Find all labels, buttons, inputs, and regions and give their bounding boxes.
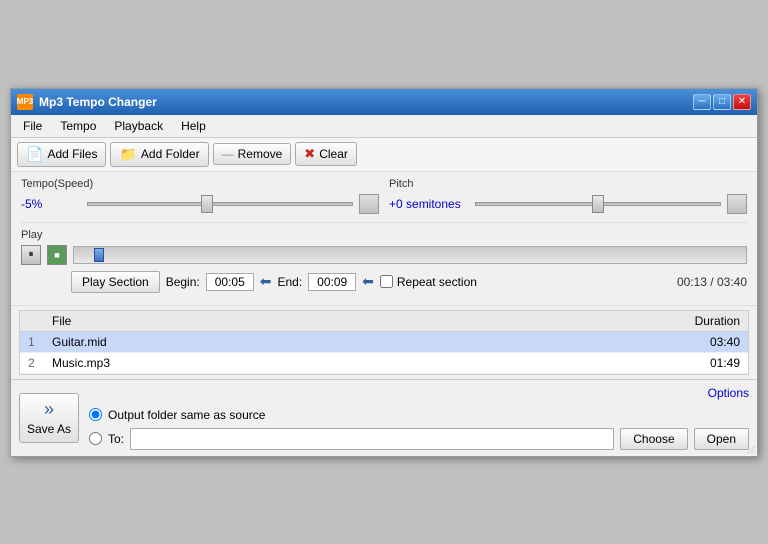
pitch-slider-row: +0 semitones — [389, 194, 747, 214]
pitch-label: Pitch — [389, 178, 747, 190]
remove-label: Remove — [238, 147, 283, 161]
play-label: Play — [21, 229, 747, 241]
controls-area: Tempo(Speed) -5% Pitch +0 semitones Play — [11, 172, 757, 306]
output-same-label: Output folder same as source — [108, 408, 265, 422]
output-to-radio[interactable] — [89, 432, 102, 445]
remove-button[interactable]: — Remove — [213, 143, 292, 165]
repeat-section-checkbox-label[interactable]: Repeat section — [380, 275, 477, 289]
choose-button[interactable]: Choose — [620, 428, 687, 450]
stop-button[interactable]: ■ — [47, 245, 67, 265]
save-as-button[interactable]: » Save As — [19, 393, 79, 443]
time-display: 00:13 / 03:40 — [677, 275, 747, 289]
progress-track[interactable] — [73, 246, 747, 264]
play-section-button[interactable]: Play Section — [71, 271, 160, 293]
tempo-box — [359, 194, 379, 214]
begin-time-input[interactable] — [206, 273, 254, 291]
output-to-label: To: — [108, 432, 124, 446]
file-list-area: File Duration 1 Guitar.mid 03:40 2 Music… — [19, 310, 749, 375]
add-files-button[interactable]: 📄 Add Files — [17, 142, 106, 167]
file-table: File Duration 1 Guitar.mid 03:40 2 Music… — [20, 311, 748, 374]
sliders-row: Tempo(Speed) -5% Pitch +0 semitones — [21, 178, 747, 214]
menu-playback[interactable]: Playback — [106, 117, 171, 135]
maximize-button[interactable]: □ — [713, 94, 731, 110]
table-row[interactable]: 2 Music.mp3 01:49 — [20, 352, 748, 373]
main-window: MP3 Mp3 Tempo Changer ─ □ ✕ File Tempo P… — [10, 88, 758, 457]
add-folder-icon: 📁 — [119, 146, 136, 163]
tempo-group: Tempo(Speed) -5% — [21, 178, 379, 214]
repeat-section-checkbox[interactable] — [380, 275, 393, 288]
output-same-row: Output folder same as source — [89, 408, 749, 422]
end-time-input[interactable] — [308, 273, 356, 291]
pitch-slider[interactable] — [475, 202, 721, 206]
row-file: Guitar.mid — [44, 331, 668, 352]
resize-grip-icon — [743, 442, 755, 454]
output-same-radio[interactable] — [89, 408, 102, 421]
save-as-icon: » — [44, 399, 54, 420]
table-header-row: File Duration — [20, 311, 748, 332]
tempo-slider[interactable] — [87, 202, 353, 206]
begin-label: Begin: — [166, 275, 200, 289]
app-icon: MP3 — [17, 94, 33, 110]
play-controls-row: ⏸ ■ — [21, 245, 747, 265]
end-label: End: — [277, 275, 302, 289]
section-controls-row: Play Section Begin: ⬅ End: ⬅ Repeat sect… — [21, 271, 747, 293]
add-files-label: Add Files — [47, 147, 97, 161]
titlebar-controls: ─ □ ✕ — [693, 94, 751, 110]
table-row[interactable]: 1 Guitar.mid 03:40 — [20, 331, 748, 352]
repeat-section-label: Repeat section — [397, 275, 477, 289]
pause-button[interactable]: ⏸ — [21, 245, 41, 265]
row-num: 2 — [20, 352, 44, 373]
pitch-box — [727, 194, 747, 214]
toolbar: 📄 Add Files 📁 Add Folder — Remove ✖ Clea… — [11, 138, 757, 172]
menu-file[interactable]: File — [15, 117, 50, 135]
pitch-value: +0 semitones — [389, 197, 469, 211]
remove-icon: — — [222, 147, 234, 161]
row-file: Music.mp3 — [44, 352, 668, 373]
save-as-label: Save As — [27, 422, 71, 436]
row-num: 1 — [20, 331, 44, 352]
tempo-slider-row: -5% — [21, 194, 379, 214]
begin-arrow-icon[interactable]: ⬅ — [260, 273, 272, 290]
row-duration: 01:49 — [668, 352, 748, 373]
add-files-icon: 📄 — [26, 146, 43, 163]
col-duration: Duration — [668, 311, 748, 332]
menubar: File Tempo Playback Help — [11, 115, 757, 138]
to-input[interactable] — [130, 428, 614, 450]
bottom-bar: » Save As Options Output folder same as … — [11, 379, 757, 456]
clear-label: Clear — [319, 147, 348, 161]
end-arrow-icon[interactable]: ⬅ — [362, 273, 374, 290]
open-button[interactable]: Open — [694, 428, 749, 450]
options-link[interactable]: Options — [708, 386, 749, 400]
menu-help[interactable]: Help — [173, 117, 214, 135]
output-to-row: To: Choose Open — [89, 428, 749, 450]
progress-thumb — [94, 248, 104, 262]
output-options: Options Output folder same as source To:… — [89, 386, 749, 450]
titlebar-left: MP3 Mp3 Tempo Changer — [17, 94, 157, 110]
col-file: File — [44, 311, 668, 332]
tempo-label: Tempo(Speed) — [21, 178, 379, 190]
play-section: Play ⏸ ■ Play Section Begin: ⬅ End: ⬅ Re… — [21, 222, 747, 299]
clear-icon: ✖ — [304, 146, 315, 162]
minimize-button[interactable]: ─ — [693, 94, 711, 110]
window-title: Mp3 Tempo Changer — [39, 95, 157, 109]
add-folder-button[interactable]: 📁 Add Folder — [110, 142, 208, 167]
titlebar: MP3 Mp3 Tempo Changer ─ □ ✕ — [11, 89, 757, 115]
row-duration: 03:40 — [668, 331, 748, 352]
menu-tempo[interactable]: Tempo — [52, 117, 104, 135]
pitch-group: Pitch +0 semitones — [389, 178, 747, 214]
clear-button[interactable]: ✖ Clear — [295, 142, 357, 166]
col-num — [20, 311, 44, 332]
tempo-value: -5% — [21, 197, 81, 211]
close-button[interactable]: ✕ — [733, 94, 751, 110]
add-folder-label: Add Folder — [141, 147, 200, 161]
